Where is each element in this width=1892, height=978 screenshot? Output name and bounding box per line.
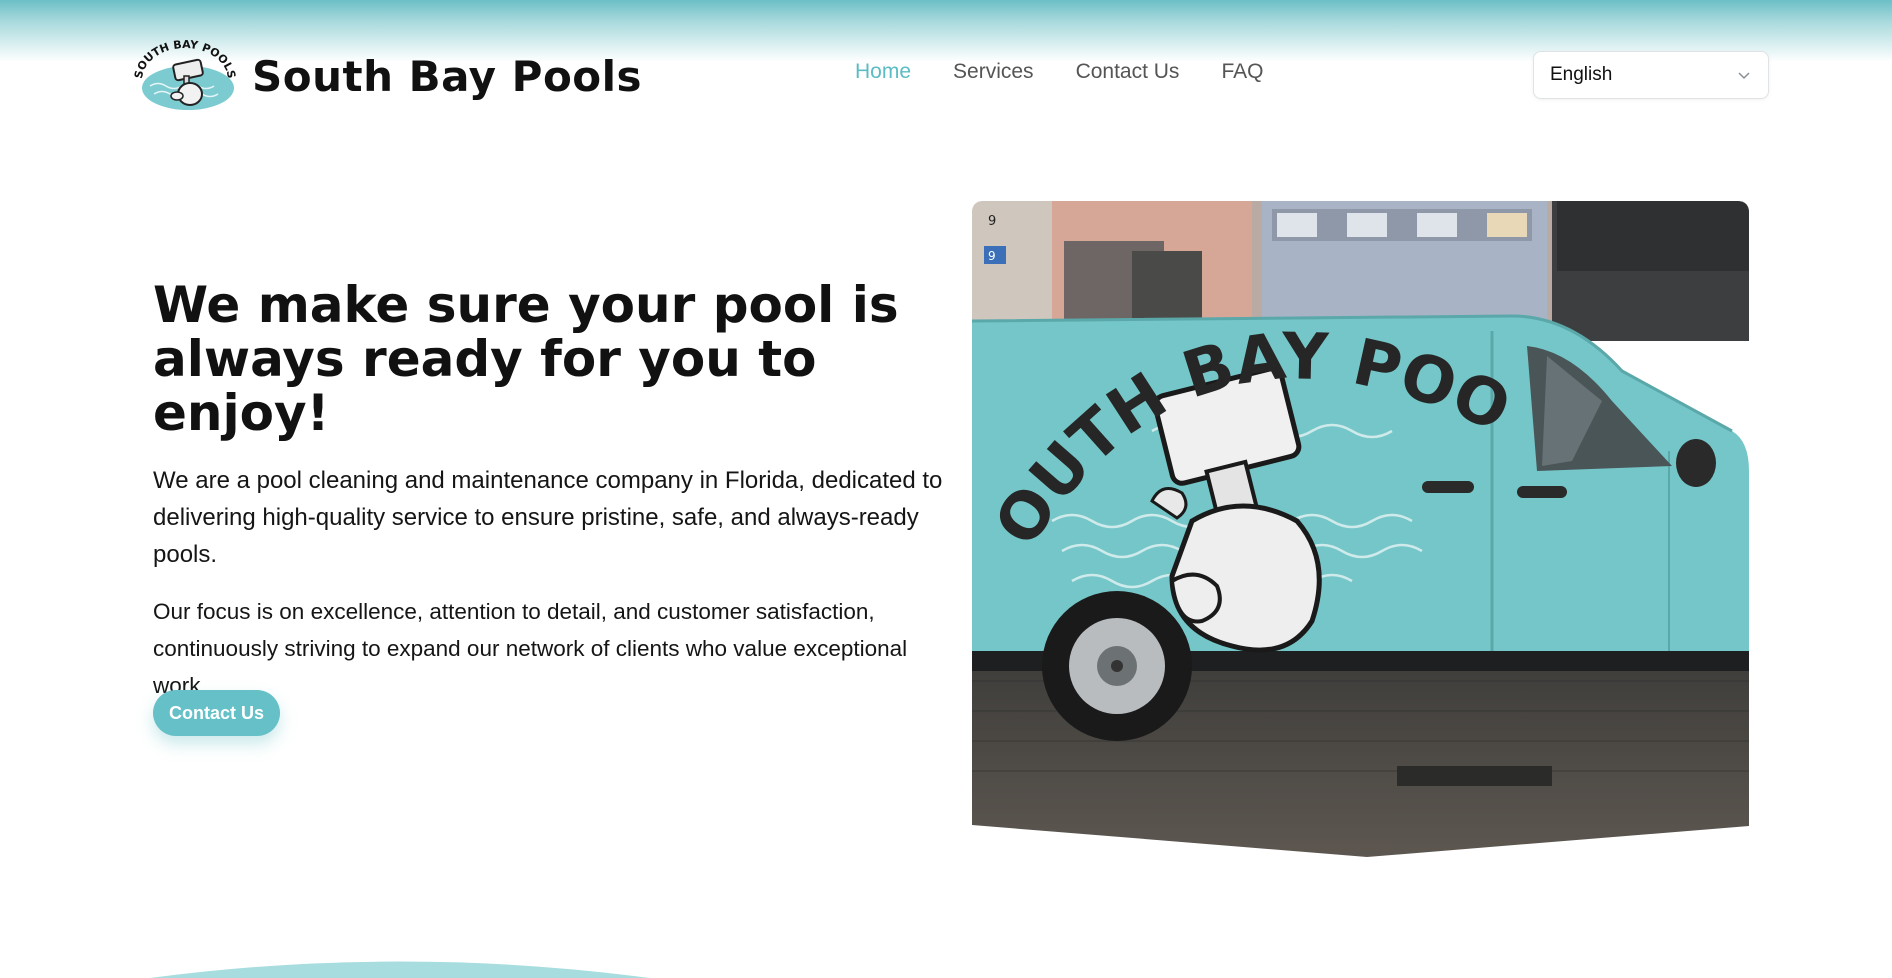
brand-name[interactable]: South Bay Pools (252, 52, 642, 101)
chevron-down-icon (1738, 72, 1750, 80)
nav-item-faq[interactable]: FAQ (1221, 60, 1263, 84)
nav-item-services[interactable]: Services (953, 60, 1034, 84)
house-number-sign: 9 (988, 249, 996, 263)
bottom-wave-decoration (150, 961, 650, 978)
hero-title: We make sure your pool is always ready f… (153, 276, 899, 442)
contact-us-button[interactable]: Contact Us (153, 690, 280, 736)
language-select[interactable]: English (1533, 51, 1769, 99)
logo-icon: SOUTH BAY POOLS (132, 40, 238, 110)
brand-logo-link[interactable]: SOUTH BAY POOLS South Bay Pools (132, 40, 642, 112)
van-photo: 9 9 OUTH BAY POO (972, 201, 1749, 857)
house-number-label: 9 (988, 214, 996, 229)
main-nav: Home Services Contact Us FAQ (855, 60, 1263, 84)
nav-item-contact-us[interactable]: Contact Us (1076, 60, 1180, 84)
nav-item-home[interactable]: Home (855, 60, 911, 84)
language-select-value: English (1550, 64, 1613, 85)
site-header: SOUTH BAY POOLS South Bay Pools Home Ser… (0, 0, 1892, 150)
hero-paragraph-intro: We are a pool cleaning and maintenance c… (153, 467, 943, 568)
hero-section: We make sure your pool is always ready f… (153, 278, 943, 704)
hero-paragraph-focus: Our focus is on excellence, attention to… (153, 599, 908, 698)
